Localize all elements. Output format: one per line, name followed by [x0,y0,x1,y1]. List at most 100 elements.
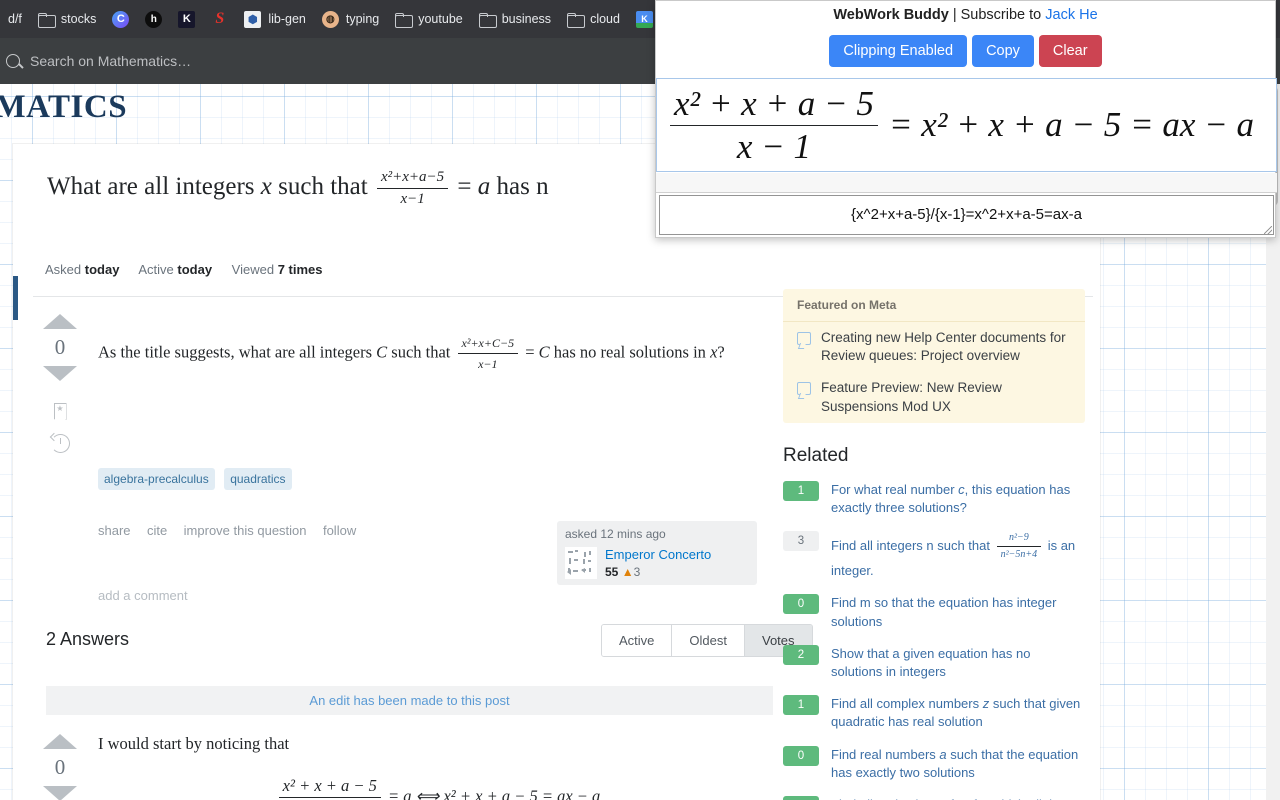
meta-item-text: Creating new Help Center documents for R… [821,330,1066,364]
question-body: As the title suggests, what are all inte… [98,334,758,373]
folder-icon [567,12,586,28]
bookmark-business[interactable]: business [471,6,559,32]
folder-icon [478,12,497,28]
cite-link[interactable]: cite [147,523,167,538]
list-item[interactable]: 2 Show that a given equation has no solu… [783,644,1085,681]
add-comment-wrapper[interactable]: add a comment [98,587,188,605]
qbody-fraction: x²+x+C−5 x−1 [457,334,519,373]
folder-icon [37,12,56,28]
speech-bubble-icon [797,382,811,396]
folder-icon [395,12,414,28]
list-item[interactable]: 3 Find all integers n such that n²−9 n²−… [783,531,1085,580]
search-icon [6,54,20,68]
answer-vote-count: 0 [54,755,66,779]
bookmark-label: stocks [60,12,97,26]
bookmark-typing[interactable]: ◍ typing [314,6,387,32]
asked-label: Asked [45,262,82,277]
asked-timestamp: asked 12 mins ago [565,527,666,541]
list-item[interactable]: 1 Find all real values of 'a' for which … [783,795,1085,800]
black-circle-icon: h [145,10,163,28]
bookmark-youtube[interactable]: youtube [387,6,470,32]
related-link[interactable]: Find m so that the equation has integer … [831,594,1085,630]
add-comment-link[interactable]: add a comment [98,588,188,603]
edit-notice-banner[interactable]: An edit has been made to this post [46,686,773,715]
related-link[interactable]: Find all integers n such that n²−9 n²−5n… [831,531,1085,580]
question-actions: share cite improve this question follow [98,522,368,540]
bookmark-k-site[interactable]: K [170,6,203,32]
subscribe-link[interactable]: Jack He [1045,7,1097,23]
bookmark-cloud[interactable]: cloud [559,6,628,32]
bookmark-black-circle[interactable]: h [137,6,170,32]
meta-item[interactable]: Feature Preview: New Review Suspensions … [783,372,1085,422]
viewed-label: Viewed [231,262,275,277]
resize-grip-icon[interactable] [1264,226,1272,234]
question-title-tail: has n [490,172,549,200]
user-name-link[interactable]: Emperor Concerto [605,547,711,562]
list-item[interactable]: 1 For what real number c, this equation … [783,480,1085,517]
answer-equation-1: x² + x + a − 5x − 1 = a ⟺ x² + x + a − 5… [98,776,778,800]
qbody-prefix: As the title suggests, what are all inte… [98,342,377,362]
tag-quadratics[interactable]: quadratics [224,468,292,490]
meta-item[interactable]: Creating new Help Center documents for R… [783,322,1085,372]
reputation-value: 55 [605,565,619,579]
downvote-button[interactable] [43,366,77,381]
bookmark-icon[interactable] [54,403,67,420]
tag-algebra-precalculus[interactable]: algebra-precalculus [98,468,215,490]
bookmark-df[interactable]: d/f [0,6,30,32]
right-sidebar: Featured on Meta Creating new Help Cente… [783,289,1085,800]
left-accent-bar [13,276,18,320]
related-link[interactable]: Find real numbers a such that the equati… [831,746,1085,782]
copy-button[interactable]: Copy [972,35,1034,67]
related-link[interactable]: For what real number c, this equation ha… [831,481,1085,517]
follow-link[interactable]: follow [323,523,356,538]
tab-oldest[interactable]: Oldest [672,625,745,656]
upvote-button[interactable] [43,314,77,329]
related-score: 2 [783,644,819,665]
question-title-equals: = [451,172,478,200]
page-title: What are all integers x such that x²+x+a… [47,168,747,209]
latex-input[interactable] [659,195,1274,235]
answers-count-heading: 2 Answers [46,629,130,649]
meta-item-text: Feature Preview: New Review Suspensions … [821,380,1002,414]
list-item[interactable]: 0 Find real numbers a such that the equa… [783,745,1085,782]
bookmark-c-site[interactable]: C [104,6,137,32]
answer-upvote-button[interactable] [43,734,77,749]
answer-sort-tabs: Active Oldest Votes [601,624,813,657]
question-vote-count: 0 [54,335,66,359]
bookmark-s-site[interactable]: S [203,6,236,32]
related-link[interactable]: Show that a given equation has no soluti… [831,645,1085,681]
typing-monkey-icon: ◍ [321,10,339,28]
rendered-math-preview: x² + x + a − 5x − 1 = x² + x + a − 5 = a… [656,78,1277,172]
viewed-value: 7 times [277,262,323,277]
improve-question-link[interactable]: improve this question [184,523,307,538]
preview-rest: = x² + x + a − 5 = ax − a [888,105,1254,144]
related-link[interactable]: Find all complex numbers z such that giv… [831,695,1085,731]
tag-list: algebra-precalculus quadratics [98,468,297,490]
bookmark-label: d/f [8,12,22,26]
fraction-denominator: x−1 [478,357,498,371]
bookmark-stocks[interactable]: stocks [30,6,104,32]
featured-on-meta-box: Featured on Meta Creating new Help Cente… [783,289,1085,423]
letter-k-icon: K [178,10,196,28]
answer-eq1-rest: = a ⟺ x² + x + a − 5 = ax − a [388,786,601,800]
related-fraction: n²−9 n²−5n+4 [996,531,1042,562]
featured-heading: Featured on Meta [783,289,1085,322]
list-item[interactable]: 0 Find m so that the equation has intege… [783,594,1085,630]
clear-button[interactable]: Clear [1038,35,1102,67]
related-link[interactable]: Find all real values of 'a' for which al… [831,796,1085,800]
site-title: EMATICS [0,89,128,125]
qbody-tail: has no real solutions in [549,342,711,362]
search-input-placeholder[interactable]: Search on Mathematics… [30,53,191,69]
list-item[interactable]: 1 Find all complex numbers z such that g… [783,695,1085,731]
active-value: today [177,262,213,277]
green-blue-app-icon: K [635,10,653,28]
answer-downvote-button[interactable] [43,786,77,800]
tab-active[interactable]: Active [602,625,673,656]
avatar[interactable] [565,547,597,579]
bookmark-libgen[interactable]: ⬢ lib-gen [236,6,314,32]
share-link[interactable]: share [98,523,131,538]
user-card[interactable]: asked 12 mins ago Emperor Concerto 55 ▲3 [557,521,757,585]
qbody-var-c: C [376,342,388,362]
clipping-enabled-button[interactable]: Clipping Enabled [829,35,968,67]
history-icon[interactable] [50,434,70,453]
